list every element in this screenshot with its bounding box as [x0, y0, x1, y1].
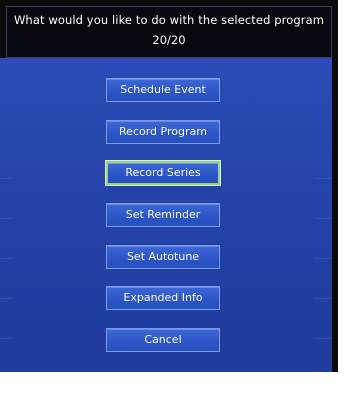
program-name: 20/20: [152, 33, 186, 47]
record-program-button[interactable]: Record Program: [106, 120, 220, 144]
expanded-info-button[interactable]: Expanded Info: [106, 286, 220, 310]
guide-right-edge: [314, 178, 332, 358]
set-autotune-button[interactable]: Set Autotune: [106, 245, 220, 269]
guide-left-edge: [0, 178, 12, 358]
schedule-event-button[interactable]: Schedule Event: [106, 78, 220, 102]
tv-screen: What would you like to do with the selec…: [0, 0, 338, 372]
dialog-title: What would you like to do with the selec…: [13, 13, 325, 27]
set-reminder-button[interactable]: Set Reminder: [106, 203, 220, 227]
cancel-button[interactable]: Cancel: [106, 328, 220, 352]
dialog-header: What would you like to do with the selec…: [6, 6, 332, 58]
record-series-button[interactable]: Record Series: [106, 161, 220, 185]
